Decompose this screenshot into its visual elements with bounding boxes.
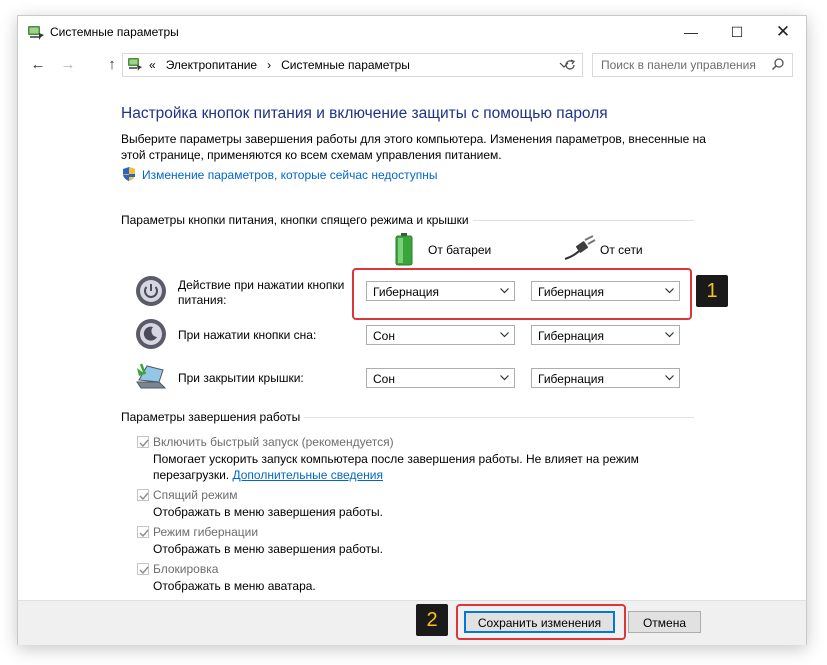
- sleep-button-battery-value: Сон: [373, 329, 395, 343]
- power-button-icon: [136, 276, 166, 306]
- save-changes-button[interactable]: Сохранить изменения: [464, 611, 615, 633]
- fast-startup-title: Включить быстрый запуск (рекомендуется): [153, 435, 394, 449]
- refresh-button[interactable]: [560, 54, 580, 76]
- hibernate-desc: Отображать в меню завершения работы.: [153, 542, 384, 556]
- breadcrumb: « Электропитание › Системные параметры: [149, 58, 410, 72]
- page-description: Выберите параметры завершения работы для…: [121, 132, 706, 162]
- col-ac-label: От сети: [600, 243, 643, 257]
- unavailable-settings-link-label[interactable]: Изменение параметров, которые сейчас нед…: [142, 168, 438, 182]
- lid-close-ac-select[interactable]: Гибернация: [531, 368, 680, 388]
- battery-icon: [395, 233, 413, 266]
- checkmark-icon: [139, 529, 149, 538]
- breadcrumb-power-options[interactable]: Электропитание: [166, 58, 257, 72]
- search-input[interactable]: [593, 54, 779, 76]
- chevron-down-icon: [500, 332, 509, 338]
- uac-shield-icon: [123, 167, 135, 181]
- lock-title: Блокировка: [153, 562, 219, 576]
- power-options-icon: [28, 26, 44, 40]
- power-button-action-label: Действие при нажатии кнопки питания:: [178, 278, 345, 307]
- more-info-link[interactable]: Дополнительные сведения: [232, 468, 382, 482]
- breadcrumb-separator: ›: [267, 58, 272, 72]
- chevron-down-icon: [500, 375, 509, 381]
- hibernate-checkbox[interactable]: [137, 526, 149, 538]
- up-button[interactable]: ↑: [102, 56, 122, 74]
- sleep-checkbox[interactable]: [137, 489, 149, 501]
- chevron-down-icon: [665, 375, 674, 381]
- laptop-lid-icon: [136, 363, 167, 389]
- minimize-button[interactable]: —: [668, 16, 714, 48]
- sleep-desc: Отображать в меню завершения работы.: [153, 505, 384, 519]
- sleep-button-ac-value: Гибернация: [538, 329, 604, 343]
- checkmark-icon: [139, 566, 149, 575]
- lock-desc: Отображать в меню аватара.: [153, 579, 316, 593]
- sleep-button-icon: [136, 319, 166, 349]
- col-battery-label: От батареи: [428, 243, 492, 257]
- window-title: Системные параметры: [50, 25, 179, 39]
- refresh-icon: [565, 59, 576, 70]
- power-buttons-section-title: Параметры кнопки питания, кнопки спящего…: [121, 213, 473, 227]
- lid-close-battery-select[interactable]: Сон: [366, 368, 515, 388]
- highlight-box-1: [352, 268, 692, 320]
- sleep-button-battery-select[interactable]: Сон: [366, 325, 515, 345]
- address-bar[interactable]: « Электропитание › Системные параметры: [122, 53, 583, 77]
- annotation-badge-2: 2: [416, 604, 448, 636]
- shutdown-section-title: Параметры завершения работы: [121, 410, 305, 424]
- chevron-down-icon: [665, 332, 674, 338]
- lid-close-ac-value: Гибернация: [538, 372, 604, 386]
- cancel-button[interactable]: Отмена: [628, 611, 701, 633]
- footer-bar: 2 Сохранить изменения Отмена: [18, 600, 806, 645]
- forward-button[interactable]: →: [58, 56, 78, 74]
- lock-checkbox[interactable]: [137, 563, 149, 575]
- checkmark-icon: [139, 492, 149, 501]
- sleep-button-action-label: При нажатии кнопки сна:: [178, 328, 317, 342]
- search-icon[interactable]: [771, 57, 785, 71]
- annotation-badge-1: 1: [696, 275, 728, 307]
- navigation-bar: ← → ↑ « Электропитание › Системные парам…: [18, 49, 806, 81]
- hibernate-title: Режим гибернации: [153, 525, 259, 539]
- breadcrumb-overflow[interactable]: «: [149, 58, 156, 72]
- sleep-button-ac-select[interactable]: Гибернация: [531, 325, 680, 345]
- fast-startup-desc-text: Помогает ускорить запуск компьютера посл…: [153, 452, 639, 482]
- maximize-button[interactable]: ☐: [714, 16, 760, 48]
- fast-startup-checkbox[interactable]: [137, 436, 149, 448]
- sleep-title: Спящий режим: [153, 488, 238, 502]
- title-bar: Системные параметры — ☐ ✕: [18, 16, 806, 48]
- close-button[interactable]: ✕: [760, 16, 806, 48]
- ac-plug-icon: [564, 235, 596, 260]
- page-title: Настройка кнопок питания и включение защ…: [121, 105, 608, 122]
- search-box[interactable]: [592, 53, 793, 77]
- checkmark-icon: [139, 439, 149, 448]
- lid-close-battery-value: Сон: [373, 372, 395, 386]
- control-panel-icon: [128, 58, 142, 71]
- system-settings-window: Системные параметры — ☐ ✕ ← → ↑ « Электр…: [17, 15, 807, 645]
- breadcrumb-system-settings[interactable]: Системные параметры: [281, 58, 410, 72]
- fast-startup-desc: Помогает ускорить запуск компьютера посл…: [153, 451, 673, 483]
- back-button[interactable]: ←: [28, 56, 48, 74]
- lid-close-action-label: При закрытии крышки:: [178, 371, 304, 385]
